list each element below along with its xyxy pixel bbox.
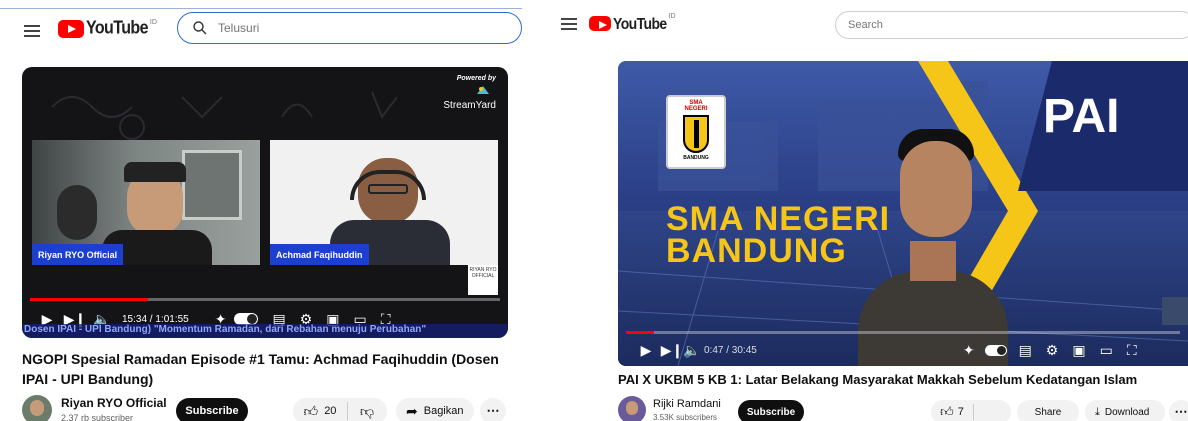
menu-icon[interactable] [24, 25, 40, 37]
like-dislike-group: 👍︎ 20 👎︎ [293, 398, 387, 421]
download-button[interactable]: ⤓ Download [1085, 400, 1165, 421]
youtube-play-icon [58, 20, 84, 38]
share-label: Bagikan [423, 405, 464, 417]
ticker-text: Dosen IPAI - UPI Bandung) "Momentum Rama… [22, 324, 508, 338]
channel-name[interactable]: Riyan RYO Official [61, 396, 167, 410]
speaker-name-tag-left: Riyan RYO Official [32, 244, 124, 265]
youtube-logo[interactable]: YouTube ID [58, 18, 157, 39]
youtube-logo[interactable]: YouTube ID [589, 12, 676, 33]
volume-icon[interactable]: 🔈 [683, 342, 700, 359]
channel-name[interactable]: Rijki Ramdani [653, 398, 721, 410]
school-name-line1: SMA NEGERI [666, 200, 891, 238]
school-logo: SMA NEGERI BANDUNG [666, 95, 726, 169]
video-title-line2: IPAI - UPI Bandung) [22, 371, 154, 387]
search-input[interactable] [218, 21, 498, 35]
right-youtube-window: YouTube ID PAI SMA [555, 0, 1188, 421]
sparkle-icon[interactable]: ✦ [963, 342, 975, 359]
presenter-face [900, 141, 972, 237]
logo-text: YouTube [613, 13, 667, 33]
settings-gear-icon[interactable]: ⚙ [1046, 342, 1059, 359]
logo-text: YouTube [86, 18, 148, 39]
thumbs-up-icon: 👍︎ [940, 404, 954, 419]
subscribe-button[interactable]: Subscribe [176, 398, 248, 421]
progress-fill [30, 298, 148, 301]
powered-by-text: Powered by [456, 75, 496, 82]
search-icon [193, 21, 207, 35]
subscriber-count: 2,37 rb subscriber [61, 413, 134, 421]
time-display: 15:34 / 1:01:55 [122, 313, 189, 325]
share-arrow-icon: ➦ [406, 402, 418, 419]
player-controls: ▶ ▶❙ 🔈 0:47 / 30:45 ✦ ▤ ⚙ ▣ ▭ ⛶ [618, 339, 1188, 361]
video-title-line1: NGOPI Spesial Ramadan Episode #1 Tamu: A… [22, 351, 499, 367]
progress-bar[interactable] [626, 331, 1180, 334]
streamyard-logo-icon [477, 86, 489, 94]
time-display: 0:47 / 30:45 [704, 344, 757, 356]
next-icon[interactable]: ▶❙ [661, 342, 684, 359]
search-box[interactable] [835, 11, 1188, 39]
play-icon[interactable]: ▶ [638, 342, 654, 359]
streamyard-text: StreamYard [443, 100, 496, 111]
subtitles-icon[interactable]: ▤ [1019, 342, 1032, 359]
search-input[interactable] [848, 19, 1148, 31]
autoplay-toggle[interactable] [984, 344, 1007, 356]
more-actions-button[interactable]: ⋯ [480, 398, 506, 421]
dislike-button[interactable] [974, 400, 1010, 421]
download-icon: ⤓ [1095, 405, 1100, 418]
subscriber-count: 3.53K subscribers [653, 413, 718, 421]
corner-thumbnail [1162, 297, 1188, 325]
like-count: 7 [957, 406, 964, 418]
download-label: Download [1104, 406, 1150, 418]
share-button[interactable]: Share [1017, 400, 1079, 421]
video-player[interactable]: Powered by StreamYard Riyan RYO Official… [22, 67, 508, 338]
microphone [57, 185, 97, 240]
corner-badge: RIYAN RYO OFFICIAL [468, 265, 498, 295]
channel-avatar[interactable] [22, 395, 52, 421]
speaker-name-tag-right: Achmad Faqihuddin [270, 244, 369, 265]
thumbs-down-icon: 👎︎ [359, 402, 375, 419]
region-code: ID [149, 18, 157, 26]
search-box[interactable] [177, 12, 522, 44]
school-name-line2: BANDUNG [666, 232, 847, 270]
pai-title: PAI [1043, 90, 1120, 143]
logo-line2: NEGERI [684, 106, 708, 112]
youtube-play-icon [589, 15, 611, 31]
theater-mode-icon[interactable]: ▭ [1100, 342, 1113, 359]
share-button[interactable]: ➦ Bagikan [396, 398, 474, 421]
menu-icon[interactable] [561, 18, 577, 30]
logo-shield-icon [683, 115, 709, 153]
channel-avatar[interactable] [618, 396, 646, 421]
masthead: YouTube ID [0, 0, 530, 58]
window-edge [0, 8, 522, 9]
dislike-button[interactable]: 👎︎ [348, 398, 386, 421]
like-count: 20 [324, 405, 337, 417]
progress-bar[interactable] [30, 298, 500, 301]
left-youtube-window: YouTube ID Powered by Stream [0, 0, 530, 421]
like-button[interactable]: 👍︎ 7 [931, 400, 973, 421]
fullscreen-icon[interactable]: ⛶ [1127, 342, 1137, 359]
thumbs-up-icon: 👍︎ [303, 402, 319, 419]
more-actions-button[interactable]: ⋯ [1169, 400, 1188, 421]
progress-fill [626, 331, 654, 334]
subscribe-button[interactable]: Subscribe [738, 400, 804, 421]
like-dislike-group: 👍︎ 7 [931, 400, 1011, 421]
region-code: ID [668, 12, 676, 20]
masthead: YouTube ID [555, 0, 1188, 58]
miniplayer-icon[interactable]: ▣ [1072, 342, 1085, 359]
like-button[interactable]: 👍︎ 20 [293, 398, 347, 421]
video-player[interactable]: PAI SMA NEGERI BANDUNG SMA NEGERI BANDUN… [618, 61, 1188, 366]
streamyard-badge: Powered by StreamYard [443, 75, 496, 111]
presenter [858, 121, 1008, 366]
school-name: SMA NEGERI BANDUNG [666, 200, 891, 270]
logo-line3: BANDUNG [683, 155, 709, 161]
video-title: PAI X UKBM 5 KB 1: Latar Belakang Masyar… [618, 372, 1138, 387]
video-title: NGOPI Spesial Ramadan Episode #1 Tamu: A… [22, 349, 522, 389]
